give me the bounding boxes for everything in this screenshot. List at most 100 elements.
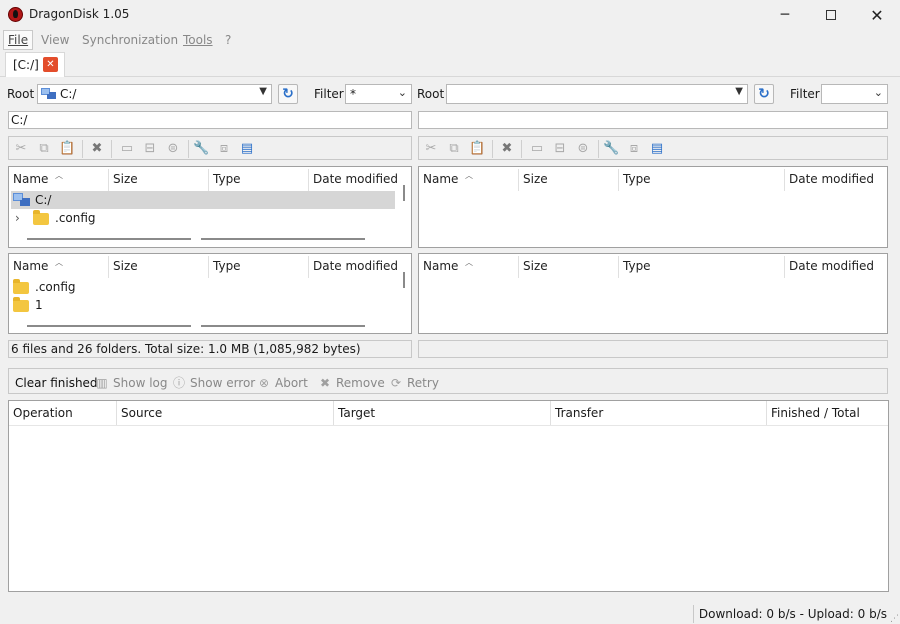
paste-icon[interactable]: 📋 bbox=[59, 141, 75, 157]
col-target[interactable]: Target bbox=[334, 401, 551, 425]
col-size[interactable]: Size bbox=[109, 256, 209, 278]
right-refresh-button[interactable]: ↻ bbox=[754, 84, 774, 104]
show-log-button[interactable]: ▥ Show log bbox=[95, 375, 167, 391]
list-item[interactable]: .config bbox=[11, 278, 395, 296]
copy-icon[interactable]: ⧉ bbox=[36, 141, 52, 157]
col-source[interactable]: Source bbox=[117, 401, 334, 425]
remove-button[interactable]: ✖ Remove bbox=[318, 375, 385, 391]
properties-icon[interactable]: 🔧 bbox=[193, 141, 209, 157]
left-filter-combo[interactable]: * ⌄ bbox=[345, 84, 412, 104]
view-mode-icon[interactable]: ▤ bbox=[239, 141, 255, 157]
col-transfer[interactable]: Transfer bbox=[551, 401, 767, 425]
copy-icon[interactable]: ⧉ bbox=[446, 141, 462, 157]
minimize-button[interactable]: ─ bbox=[762, 0, 808, 30]
abort-button[interactable]: ⊗ Abort bbox=[257, 375, 308, 391]
queue-toolbar: Clear finished ▥ Show log ⓘ Show error ⊗ Ab… bbox=[8, 368, 888, 394]
bucket-icon[interactable]: ⊟ bbox=[142, 141, 158, 157]
right-filter-combo[interactable]: ⌄ bbox=[821, 84, 888, 104]
left-status: 6 files and 26 folders. Total size: 1.0 … bbox=[8, 340, 412, 358]
cut-icon[interactable]: ✂ bbox=[423, 141, 439, 157]
right-status bbox=[418, 340, 888, 358]
delete-icon[interactable]: ✖ bbox=[499, 141, 515, 157]
new-folder-icon[interactable]: ▭ bbox=[119, 141, 135, 157]
chevron-down-icon: ▼ bbox=[259, 86, 267, 97]
left-list-pane[interactable]: Name ︿ Size Type Date modified .config 1 bbox=[8, 253, 412, 334]
network-status: Download: 0 b/s - Upload: 0 b/s bbox=[692, 605, 892, 623]
tab-close-icon[interactable]: ✕ bbox=[43, 57, 58, 72]
refresh-icon: ↻ bbox=[758, 86, 770, 102]
menu-help[interactable]: ? bbox=[221, 30, 235, 50]
retry-button[interactable]: ⟳ Retry bbox=[389, 375, 439, 391]
menu-tools[interactable]: Tools bbox=[179, 30, 217, 50]
col-type[interactable]: Type bbox=[209, 256, 309, 278]
chevron-right-icon[interactable]: › bbox=[15, 209, 20, 227]
scrollbar-horizontal[interactable] bbox=[27, 325, 191, 327]
col-size[interactable]: Size bbox=[519, 256, 619, 278]
right-list-pane[interactable]: Name ︿ Size Type Date modified bbox=[418, 253, 888, 334]
folder-icon bbox=[33, 210, 49, 225]
col-date-modified[interactable]: Date modified bbox=[785, 169, 885, 191]
window-title: DragonDisk 1.05 bbox=[29, 7, 130, 21]
right-root-label: Root bbox=[417, 87, 445, 101]
right-root-combo[interactable]: ▼ bbox=[446, 84, 748, 104]
acl-icon[interactable]: ⧈ bbox=[626, 141, 642, 157]
scrollbar-horizontal[interactable] bbox=[201, 238, 365, 240]
queue-table[interactable]: Operation Source Target Transfer Finishe… bbox=[8, 400, 889, 592]
tree-row[interactable]: › .config bbox=[11, 209, 395, 227]
col-type[interactable]: Type bbox=[619, 169, 785, 191]
menu-file[interactable]: File bbox=[3, 30, 34, 50]
abort-icon: ⊗ bbox=[258, 376, 270, 390]
bucket-icon[interactable]: ⊟ bbox=[552, 141, 568, 157]
col-name[interactable]: Name ︿ bbox=[419, 256, 519, 278]
left-tree-pane[interactable]: Name ︿ Size Type Date modified C:/ › .con… bbox=[8, 166, 412, 248]
scrollbar-horizontal[interactable] bbox=[27, 238, 191, 240]
col-finished-total[interactable]: Finished / Total bbox=[767, 401, 888, 425]
list-item[interactable]: 1 bbox=[11, 296, 395, 314]
paste-icon[interactable]: 📋 bbox=[469, 141, 485, 157]
left-refresh-button[interactable]: ↻ bbox=[278, 84, 298, 104]
right-path-input[interactable] bbox=[418, 111, 888, 129]
col-type[interactable]: Type bbox=[209, 169, 309, 191]
scrollbar-vertical[interactable] bbox=[403, 272, 405, 288]
col-name[interactable]: Name ︿ bbox=[9, 169, 109, 191]
view-mode-icon[interactable]: ▤ bbox=[649, 141, 665, 157]
left-root-combo[interactable]: C:/ ▼ bbox=[37, 84, 272, 104]
col-date-modified[interactable]: Date modified bbox=[309, 169, 404, 191]
clear-finished-button[interactable]: Clear finished bbox=[15, 375, 98, 391]
tab-label: [C:/] bbox=[13, 58, 39, 72]
menu-synchronization[interactable]: Synchronization bbox=[78, 30, 182, 50]
scrollbar-horizontal[interactable] bbox=[201, 325, 365, 327]
col-operation[interactable]: Operation bbox=[9, 401, 117, 425]
properties-icon[interactable]: 🔧 bbox=[603, 141, 619, 157]
tab-c-drive[interactable]: [C:/] ✕ bbox=[5, 52, 65, 77]
col-date-modified[interactable]: Date modified bbox=[785, 256, 885, 278]
retry-icon: ⟳ bbox=[390, 376, 402, 390]
close-window-button[interactable]: ✕ bbox=[854, 0, 900, 30]
folder-icon bbox=[13, 279, 29, 294]
col-size[interactable]: Size bbox=[519, 169, 619, 191]
col-date-modified[interactable]: Date modified bbox=[309, 256, 404, 278]
right-tree-pane[interactable]: Name ︿ Size Type Date modified bbox=[418, 166, 888, 248]
col-type[interactable]: Type bbox=[619, 256, 785, 278]
maximize-button[interactable] bbox=[808, 0, 854, 30]
col-name[interactable]: Name ︿ bbox=[419, 169, 519, 191]
left-path-input[interactable]: C:/ bbox=[8, 111, 412, 129]
left-path-value: C:/ bbox=[11, 113, 28, 127]
col-name[interactable]: Name ︿ bbox=[9, 256, 109, 278]
sort-up-icon: ︿ bbox=[465, 258, 473, 267]
acl-icon[interactable]: ⧈ bbox=[216, 141, 232, 157]
minimize-icon: ─ bbox=[780, 7, 790, 23]
delete-icon[interactable]: ✖ bbox=[89, 141, 105, 157]
drive-icon bbox=[41, 87, 57, 99]
bucket-settings-icon[interactable]: ⊜ bbox=[165, 141, 181, 157]
show-error-button[interactable]: ⓘ Show error bbox=[172, 375, 255, 391]
menu-view[interactable]: View bbox=[37, 30, 73, 50]
cut-icon[interactable]: ✂ bbox=[13, 141, 29, 157]
scrollbar-vertical[interactable] bbox=[403, 185, 405, 201]
col-size[interactable]: Size bbox=[109, 169, 209, 191]
resize-grip-icon[interactable]: ⋰ bbox=[890, 614, 899, 624]
title-bar: DragonDisk 1.05 ─ ✕ bbox=[0, 0, 900, 30]
new-folder-icon[interactable]: ▭ bbox=[529, 141, 545, 157]
tree-row[interactable]: C:/ bbox=[11, 191, 395, 209]
bucket-settings-icon[interactable]: ⊜ bbox=[575, 141, 591, 157]
